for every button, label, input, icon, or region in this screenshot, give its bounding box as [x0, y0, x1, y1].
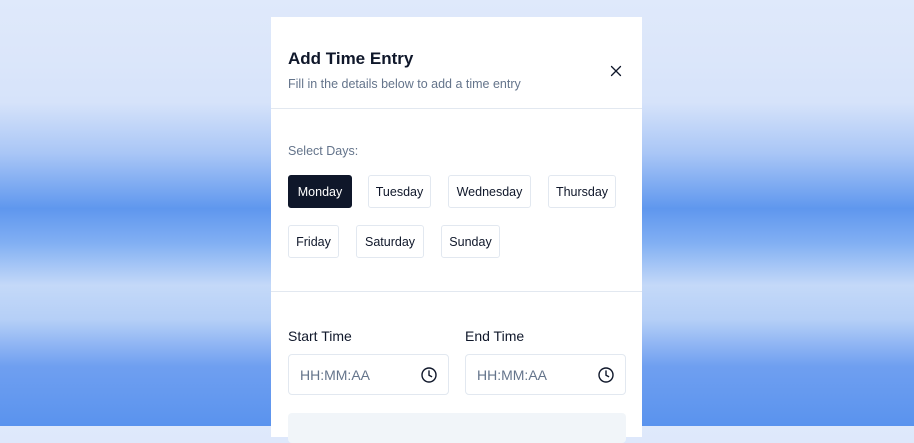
day-monday[interactable]: Monday — [288, 175, 352, 208]
clock-icon[interactable] — [597, 366, 615, 384]
next-field-box[interactable] — [288, 413, 626, 443]
clock-icon[interactable] — [420, 366, 438, 384]
day-saturday[interactable]: Saturday — [356, 225, 424, 258]
header-divider — [271, 108, 642, 109]
start-time-input[interactable] — [300, 355, 410, 394]
day-sunday[interactable]: Sunday — [441, 225, 500, 258]
end-time-field[interactable] — [465, 354, 626, 395]
section-divider — [271, 291, 642, 292]
dialog-title: Add Time Entry — [288, 49, 414, 68]
start-time-label: Start Time — [288, 328, 352, 344]
dialog-subtitle: Fill in the details below to add a time … — [288, 77, 521, 91]
end-time-label: End Time — [465, 328, 525, 344]
add-time-entry-dialog: Add Time Entry Fill in the details below… — [271, 17, 642, 443]
day-tuesday[interactable]: Tuesday — [368, 175, 431, 208]
close-icon[interactable] — [609, 64, 623, 78]
day-wednesday[interactable]: Wednesday — [448, 175, 531, 208]
select-days-label: Select Days: — [288, 144, 359, 158]
start-time-field[interactable] — [288, 354, 449, 395]
end-time-input[interactable] — [477, 355, 587, 394]
day-thursday[interactable]: Thursday — [548, 175, 616, 208]
day-friday[interactable]: Friday — [288, 225, 339, 258]
